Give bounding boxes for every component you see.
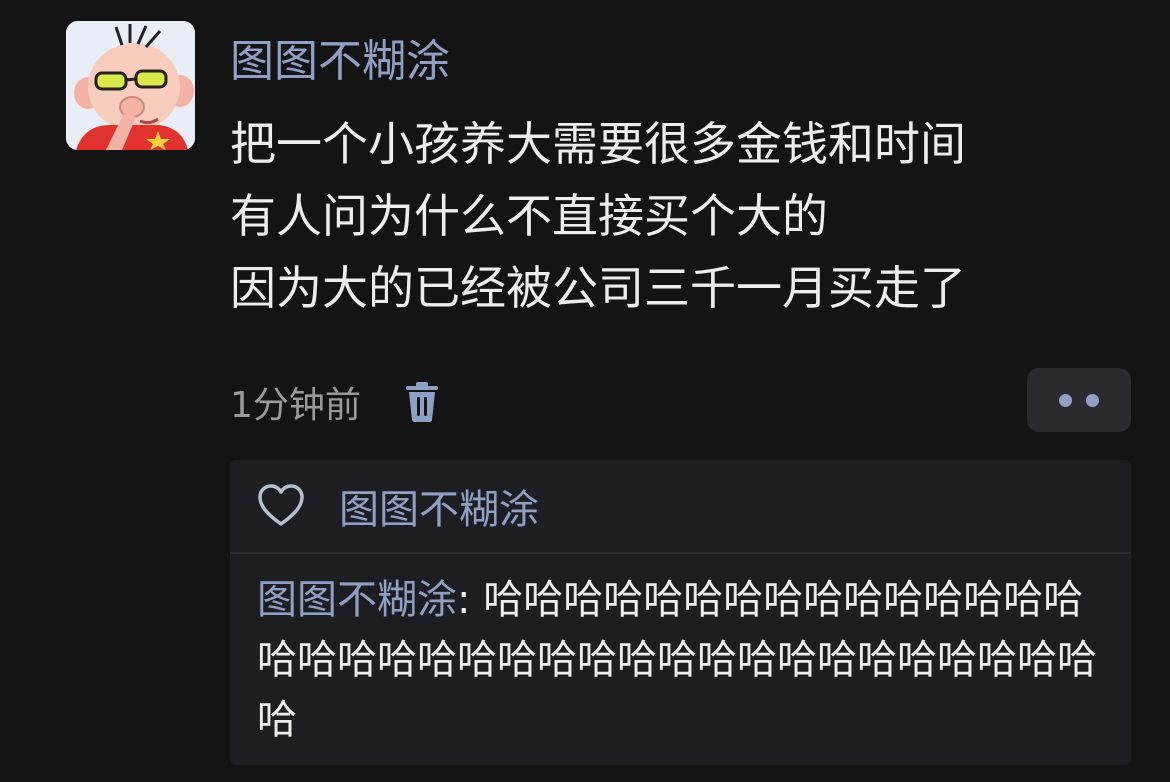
ellipsis-icon — [1086, 393, 1099, 407]
post-line: 把一个小孩养大需要很多金钱和时间 — [230, 117, 966, 171]
avatar[interactable] — [66, 21, 195, 150]
post-author-name[interactable]: 图图不糊涂 — [230, 34, 450, 90]
comment-author[interactable]: 图图不糊涂 — [257, 577, 457, 623]
post-timestamp: 1分钟前 — [230, 385, 361, 426]
more-options-button[interactable] — [1027, 368, 1131, 432]
ellipsis-icon — [1059, 393, 1072, 407]
likes-row: 图图不糊涂 — [230, 460, 1131, 554]
trash-icon[interactable] — [405, 382, 439, 422]
interaction-panel: 图图不糊涂 图图不糊涂: 哈哈哈哈哈哈哈哈哈哈哈哈哈哈哈哈哈哈哈哈哈哈哈哈哈哈哈… — [230, 460, 1131, 765]
comment[interactable]: 图图不糊涂: 哈哈哈哈哈哈哈哈哈哈哈哈哈哈哈哈哈哈哈哈哈哈哈哈哈哈哈哈哈哈哈哈哈… — [257, 570, 1117, 750]
post-line: 有人问为什么不直接买个大的 — [230, 189, 828, 243]
post-text: 把一个小孩养大需要很多金钱和时间 有人问为什么不直接买个大的 因为大的已经被公司… — [230, 108, 1130, 324]
liker-name[interactable]: 图图不糊涂 — [339, 477, 539, 535]
cartoon-boy-avatar-icon — [66, 21, 195, 150]
post-meta-row: 1分钟前 — [230, 374, 439, 430]
comment-separator: : — [457, 577, 484, 623]
heart-outline-icon — [257, 484, 305, 528]
post-line: 因为大的已经被公司三千一月买走了 — [230, 261, 966, 315]
moments-post-screen: 图图不糊涂 把一个小孩养大需要很多金钱和时间 有人问为什么不直接买个大的 因为大… — [0, 0, 1170, 782]
